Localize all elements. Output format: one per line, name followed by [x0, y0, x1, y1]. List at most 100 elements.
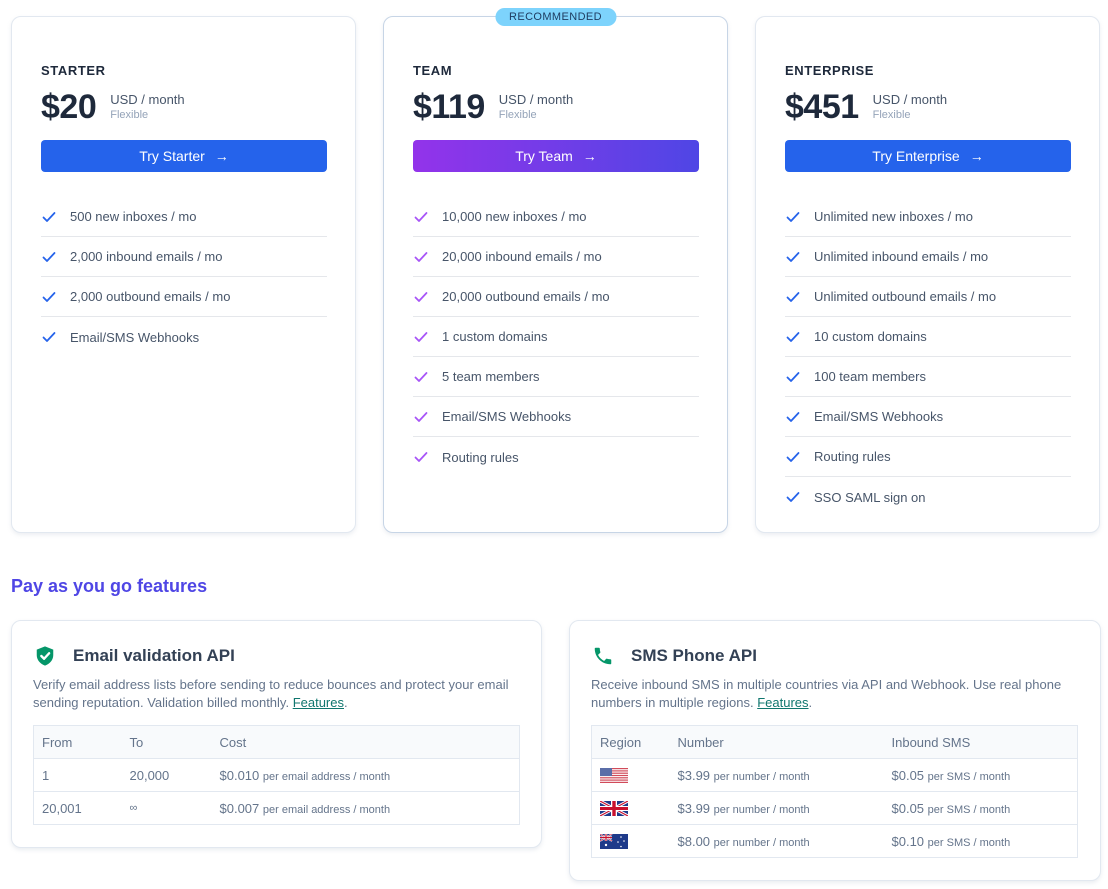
feature-label: 10,000 new inboxes / mo	[442, 209, 587, 224]
number-price: $3.99	[677, 800, 711, 816]
price-unit: USD / month	[872, 92, 948, 107]
check-icon	[786, 492, 800, 502]
number-unit: per number / month	[713, 770, 810, 783]
try-starter-button[interactable]: Try Starter →	[41, 140, 327, 172]
sms-price: $0.05	[891, 800, 925, 816]
card-title: SMS Phone API	[631, 646, 757, 665]
from-cell: 1	[33, 758, 122, 792]
table-row: $8.00 per number / month $0.10 per SMS /…	[592, 825, 1078, 858]
sms-cell: $0.05 per SMS / month	[883, 758, 1078, 792]
cost-value: $0.010	[219, 767, 260, 783]
feature-item: Routing rules	[413, 437, 699, 477]
check-icon	[414, 371, 428, 382]
feature-list: 500 new inboxes / mo 2,000 inbound emails…	[41, 197, 327, 357]
check-icon	[786, 291, 800, 302]
card-description: Verify email address lists before sendin…	[33, 676, 513, 712]
check-icon	[786, 211, 800, 222]
region-cell	[591, 791, 670, 825]
price-note: Flexible	[110, 109, 149, 121]
sms-phone-card: SMS Phone API Receive inbound SMS in mul…	[569, 620, 1101, 881]
try-enterprise-button[interactable]: Try Enterprise →	[785, 140, 1071, 172]
features-link[interactable]: Features	[757, 695, 808, 710]
feature-item: Email/SMS Webhooks	[785, 397, 1071, 437]
sms-unit: per SMS / month	[927, 836, 1011, 849]
check-icon	[786, 451, 800, 462]
feature-label: 2,000 inbound emails / mo	[70, 249, 223, 264]
column-header: To	[121, 725, 212, 759]
feature-item: 20,000 outbound emails / mo	[413, 277, 699, 317]
feature-item: Routing rules	[785, 437, 1071, 477]
to-cell: ∞	[129, 802, 138, 814]
sms-price: $0.10	[891, 833, 925, 849]
sms-price: $0.05	[891, 767, 925, 783]
cost-cell: $0.007 per email address / month	[212, 792, 520, 825]
email-validation-card: Email validation API Verify email addres…	[11, 620, 542, 848]
uk-flag-icon	[600, 800, 628, 816]
number-cell: $3.99 per number / month	[669, 758, 884, 792]
description-text: Receive inbound SMS in multiple countrie…	[591, 677, 1062, 710]
sms-unit: per SMS / month	[927, 803, 1011, 816]
feature-item: Unlimited new inboxes / mo	[785, 197, 1071, 237]
feature-item: Email/SMS Webhooks	[413, 397, 699, 437]
plan-card-starter: STARTER $20 USD / month Flexible Try Sta…	[11, 16, 356, 533]
card-description: Receive inbound SMS in multiple countrie…	[591, 676, 1071, 712]
pricing-table: Region Number Inbound SMS $3.99 per numb…	[591, 725, 1078, 858]
column-header: Inbound SMS	[883, 725, 1078, 759]
sms-cell: $0.05 per SMS / month	[883, 791, 1078, 825]
card-header: SMS Phone API	[592, 645, 757, 667]
sms-cell: $0.10 per SMS / month	[884, 825, 1078, 858]
number-unit: per number / month	[713, 836, 810, 849]
price-note: Flexible	[872, 109, 911, 121]
check-icon	[42, 332, 56, 342]
cost-cell: $0.010 per email address / month	[211, 758, 520, 792]
feature-item: 10,000 new inboxes / mo	[413, 197, 699, 237]
price-row: $20 USD / month Flexible	[41, 87, 185, 127]
button-label: Try Team	[515, 148, 573, 164]
feature-label: Routing rules	[814, 449, 891, 464]
feature-label: 10 custom domains	[814, 329, 927, 344]
region-cell	[591, 758, 670, 792]
plan-card-team: RECOMMENDED TEAM $119 USD / month Flexib…	[383, 8, 728, 533]
plan-price: $119	[413, 88, 485, 126]
number-cell: $8.00 per number / month	[670, 825, 884, 858]
section-title: Pay as you go features	[11, 576, 208, 596]
check-icon	[42, 291, 56, 302]
feature-item: 2,000 inbound emails / mo	[41, 237, 327, 277]
feature-label: 5 team members	[442, 369, 540, 384]
feature-label: 20,000 inbound emails / mo	[442, 249, 602, 264]
description-text: Verify email address lists before sendin…	[33, 677, 509, 710]
column-header: Number	[669, 725, 884, 759]
feature-item: SSO SAML sign on	[785, 477, 1071, 517]
feature-item: 500 new inboxes / mo	[41, 197, 327, 237]
cost-value: $0.007	[219, 800, 260, 816]
us-flag-icon	[600, 767, 628, 783]
check-icon	[786, 251, 800, 262]
feature-item: Unlimited outbound emails / mo	[785, 277, 1071, 317]
feature-item: 10 custom domains	[785, 317, 1071, 357]
cost-unit: per email address / month	[262, 770, 391, 783]
check-icon	[414, 251, 428, 262]
feature-label: Unlimited inbound emails / mo	[814, 249, 989, 264]
phone-icon	[594, 647, 612, 665]
price-meta: USD / month Flexible	[873, 92, 947, 122]
feature-label: 1 custom domains	[442, 329, 548, 344]
plan-price: $451	[785, 88, 859, 126]
price-row: $451 USD / month Flexible	[785, 87, 947, 127]
feature-item: 1 custom domains	[413, 317, 699, 357]
features-link[interactable]: Features	[293, 695, 344, 710]
table-row: $3.99 per number / month $0.05 per SMS /…	[591, 758, 1078, 792]
au-flag-icon	[600, 833, 628, 849]
feature-label: Email/SMS Webhooks	[442, 409, 572, 424]
feature-list: 10,000 new inboxes / mo 20,000 inbound em…	[413, 197, 699, 477]
feature-item: Email/SMS Webhooks	[41, 317, 327, 357]
plan-price: $20	[41, 88, 97, 126]
description-suffix: .	[344, 695, 348, 710]
check-icon	[786, 371, 800, 382]
table-row: 1 20,000 $0.010 per email address / mont…	[33, 758, 520, 792]
feature-list: Unlimited new inboxes / mo Unlimited inbo…	[785, 197, 1071, 517]
check-icon	[414, 452, 428, 462]
try-team-button[interactable]: Try Team →	[413, 140, 699, 172]
plan-card-enterprise: ENTERPRISE $451 USD / month Flexible Try…	[755, 16, 1100, 533]
feature-item: 20,000 inbound emails / mo	[413, 237, 699, 277]
column-header: Cost	[211, 725, 520, 759]
